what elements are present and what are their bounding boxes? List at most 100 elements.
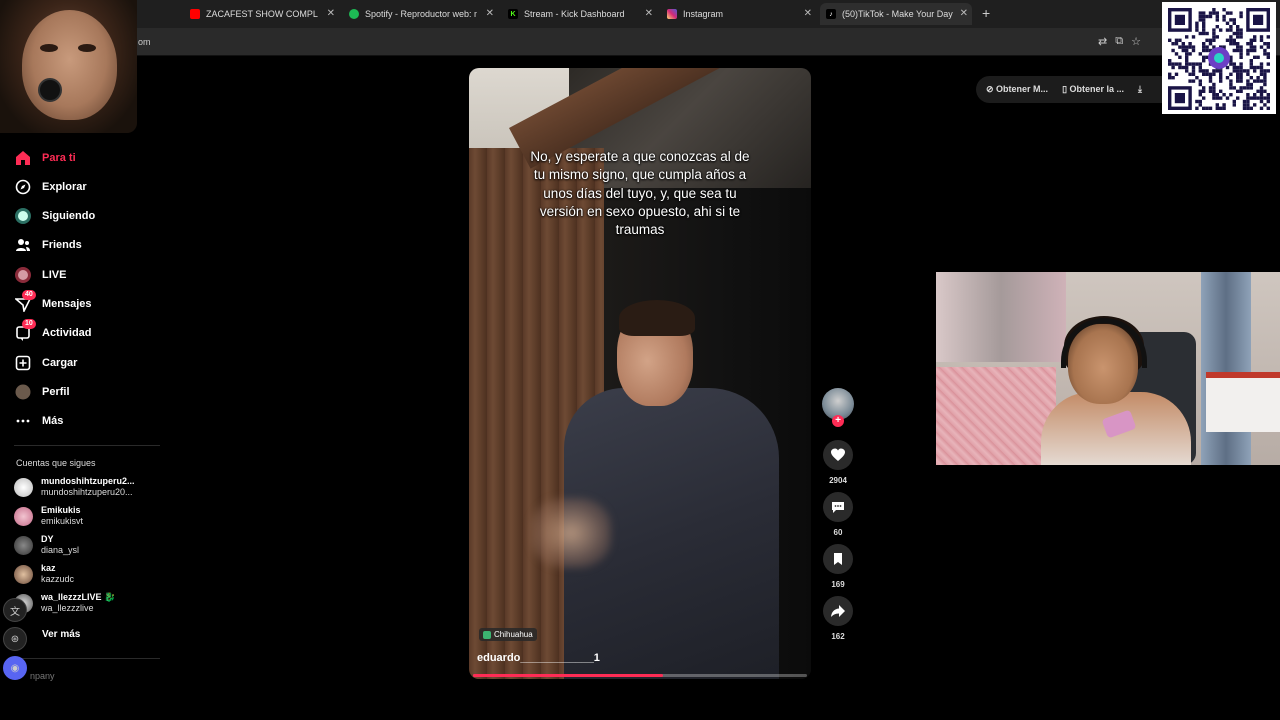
qr-module: [1202, 96, 1206, 100]
qr-module: [1191, 79, 1196, 83]
qr-module: [1229, 18, 1233, 22]
bookmark-star-icon[interactable]: ☆: [1131, 35, 1141, 48]
company-link[interactable]: npany: [30, 671, 55, 681]
qr-module: [1246, 106, 1250, 110]
like-count: 2904: [829, 476, 847, 485]
room-scene: [936, 367, 1056, 465]
translate-icon[interactable]: ⇄: [1098, 35, 1107, 48]
qr-module: [1259, 106, 1264, 110]
profile-icon: [14, 383, 32, 401]
qr-module: [1198, 82, 1202, 87]
qr-module: [1219, 89, 1223, 93]
qr-module: [1229, 11, 1233, 15]
share-button[interactable]: [823, 596, 853, 626]
sidebar-item-friends[interactable]: Friends: [14, 234, 82, 256]
following-account[interactable]: wa_llezzzLIVE 🐉 wa_llezzzlive: [14, 590, 154, 616]
following-account[interactable]: DY diana_ysl: [14, 532, 154, 558]
sidebar-item-label: Más: [42, 415, 64, 427]
qr-module: [1215, 18, 1219, 22]
qr-module: [1263, 42, 1267, 46]
qr-module: [1236, 89, 1240, 93]
close-icon[interactable]: ✕: [645, 8, 653, 19]
tab-youtube[interactable]: ZACAFEST SHOW COMPLETO - ✕: [190, 3, 335, 25]
qr-module: [1178, 38, 1182, 42]
qr-module: [1198, 69, 1202, 73]
tab-instagram[interactable]: Instagram ✕: [667, 3, 812, 25]
qr-module: [1229, 62, 1233, 66]
qr-module: [1171, 76, 1175, 80]
qr-module: [1185, 45, 1189, 49]
qr-module: [1174, 52, 1179, 56]
get-coins-button[interactable]: ⊘ Obtener M...: [986, 84, 1048, 95]
save-button[interactable]: [823, 544, 853, 574]
comment-button[interactable]: [823, 492, 853, 522]
qr-module: [1236, 72, 1240, 76]
button-label: Obtener M...: [996, 84, 1049, 94]
qr-module: [1249, 82, 1253, 87]
qr-module: [1215, 25, 1219, 29]
sidebar-item-mas[interactable]: Más: [14, 410, 63, 432]
qr-module: [1249, 65, 1253, 70]
see-more-link[interactable]: Ver más: [42, 623, 80, 645]
follow-plus-icon[interactable]: +: [832, 415, 844, 427]
qr-module: [1249, 62, 1253, 66]
sidebar-item-live[interactable]: LIVE: [14, 264, 66, 286]
video-progress-bar[interactable]: [473, 674, 807, 677]
close-icon[interactable]: ✕: [804, 8, 812, 19]
qr-module: [1256, 79, 1260, 83]
discord-icon[interactable]: ◉: [3, 656, 27, 680]
close-icon[interactable]: ✕: [486, 8, 494, 19]
qr-module: [1266, 106, 1270, 110]
qr-module: [1195, 99, 1199, 104]
sidebar-item-actividad[interactable]: 10 Actividad: [14, 319, 92, 344]
location-pin-icon: [483, 630, 491, 639]
close-icon[interactable]: ✕: [960, 8, 968, 19]
account-handle: diana_ysl: [41, 545, 80, 555]
video-progress-fill: [473, 674, 664, 677]
qr-module: [1219, 72, 1223, 76]
sidebar-item-cargar[interactable]: Cargar: [14, 352, 77, 374]
qr-module: [1232, 48, 1236, 53]
url-text: om: [138, 37, 151, 47]
sidebar-item-para-ti[interactable]: Para ti: [14, 147, 76, 169]
qr-module: [1185, 62, 1189, 66]
qr-module: [1239, 45, 1243, 49]
qr-module: [1212, 28, 1216, 32]
tab-kick[interactable]: K Stream - Kick Dashboard ✕: [508, 3, 653, 25]
like-button[interactable]: [823, 440, 853, 470]
address-bar[interactable]: om ⇄ ⧉ ☆: [0, 28, 1280, 56]
sidebar-item-mensajes[interactable]: 40 Mensajes: [14, 290, 92, 315]
following-account[interactable]: kaz kazzudc: [14, 561, 154, 587]
qr-module: [1246, 86, 1250, 90]
qr-module: [1198, 99, 1202, 104]
qr-module: [1198, 93, 1202, 97]
qr-module: [1222, 14, 1226, 19]
close-icon[interactable]: ✕: [327, 8, 335, 19]
following-account[interactable]: Emikukis emikukisvt: [14, 503, 154, 529]
get-app-button[interactable]: ▯ Obtener la ...: [1062, 84, 1124, 95]
sidebar-item-explorar[interactable]: Explorar: [14, 176, 87, 198]
location-tag[interactable]: Chihuahua: [479, 628, 537, 641]
following-account[interactable]: mundoshihtzuperu2... mundoshihtzuperu20.…: [14, 474, 154, 500]
tab-tiktok[interactable]: ♪ (50)TikTok - Make Your Day ✕: [820, 3, 972, 25]
translate-float-icon[interactable]: 文: [3, 598, 27, 622]
qr-module: [1259, 96, 1264, 100]
video-player[interactable]: No, y esperate a que conozcas al de tu m…: [469, 68, 811, 679]
qr-module: [1225, 96, 1230, 100]
sidebar-item-perfil[interactable]: Perfil: [14, 381, 70, 403]
qr-module: [1195, 28, 1199, 32]
account-handle: emikukisvt: [41, 516, 84, 526]
sidebar-item-siguiendo[interactable]: Siguiendo: [14, 205, 95, 227]
qr-module: [1225, 38, 1230, 42]
accessibility-icon[interactable]: ⊛: [3, 627, 27, 651]
video-author[interactable]: eduardo____________1: [477, 652, 600, 664]
account-name: wa_llezzzLIVE 🐉: [41, 592, 116, 602]
new-tab-icon[interactable]: +: [982, 5, 990, 21]
qr-module: [1232, 86, 1236, 90]
install-app-icon[interactable]: ⧉: [1115, 35, 1123, 48]
qr-module: [1239, 72, 1243, 76]
download-icon[interactable]: ⤓: [1138, 84, 1142, 95]
qr-module: [1205, 45, 1209, 49]
room-scene: [936, 272, 1066, 362]
tab-spotify[interactable]: Spotify - Reproductor web: mú ✕: [349, 3, 494, 25]
